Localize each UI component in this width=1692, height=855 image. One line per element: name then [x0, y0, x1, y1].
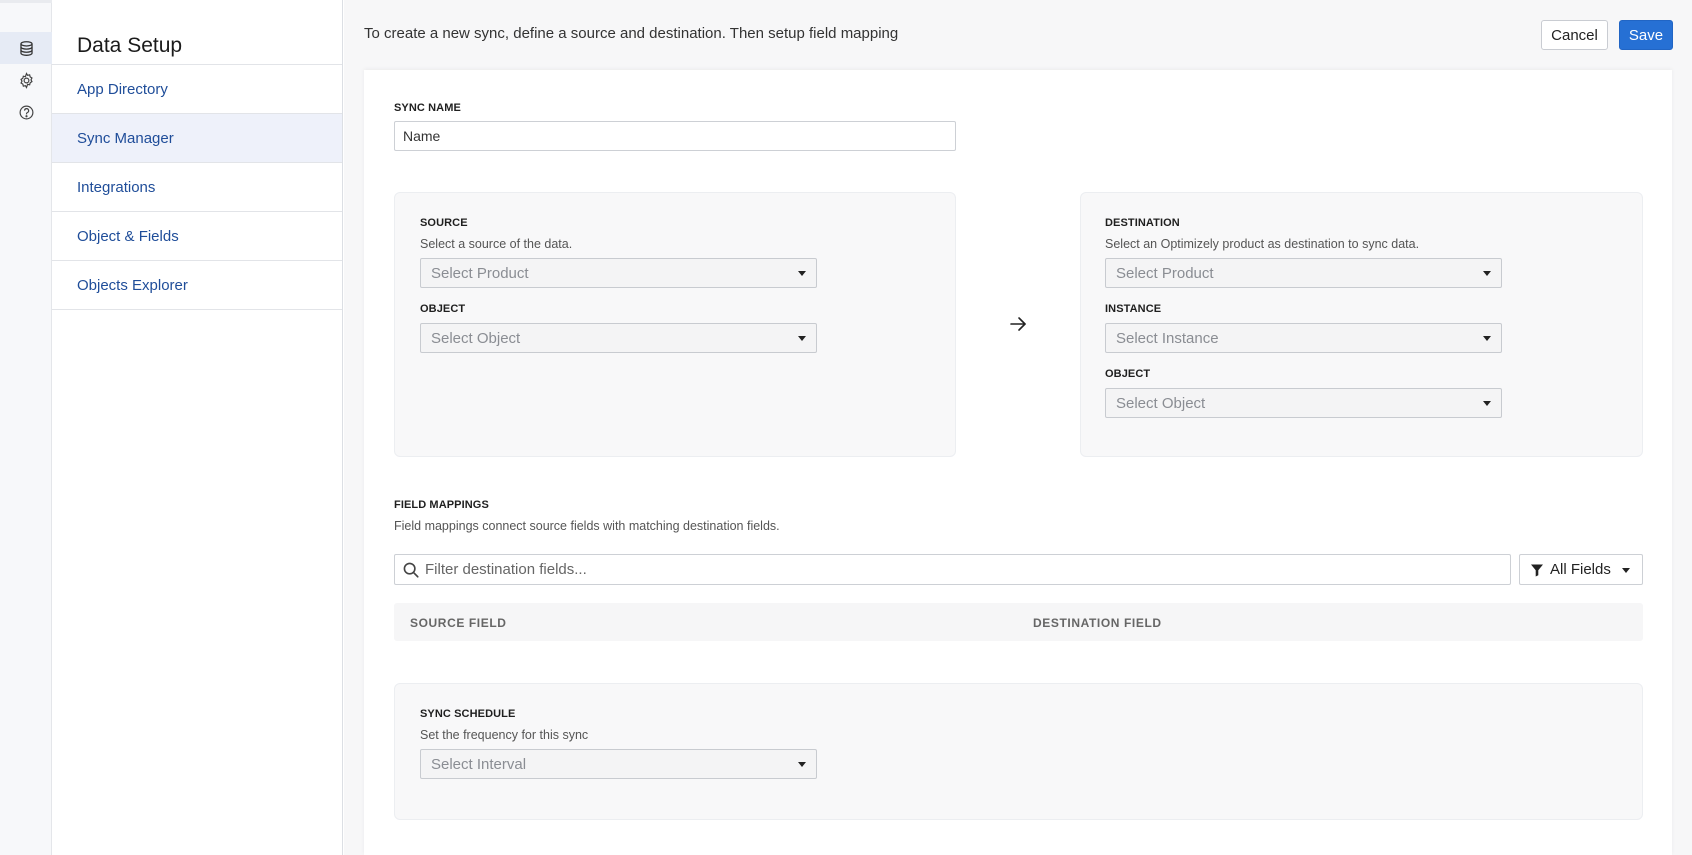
destination-panel: DESTINATION Select an Optimizely product…: [1080, 192, 1643, 457]
filter-placeholder: Filter destination fields...: [425, 561, 587, 578]
rail-data-button[interactable]: [0, 32, 52, 64]
arrow-right-icon: [1010, 317, 1026, 331]
save-button[interactable]: Save: [1619, 20, 1673, 50]
destination-object-placeholder: Select Object: [1116, 394, 1206, 412]
source-object-placeholder: Select Object: [431, 329, 521, 347]
rail-help-button[interactable]: [0, 96, 52, 128]
filter-destination-fields-input[interactable]: Filter destination fields...: [394, 554, 1511, 585]
caret-down-icon: [1483, 401, 1491, 406]
search-icon: [403, 562, 419, 578]
all-fields-dropdown[interactable]: All Fields: [1519, 554, 1643, 585]
nav-title: Data Setup: [77, 34, 183, 57]
source-label: SOURCE: [420, 217, 468, 229]
interval-placeholder: Select Interval: [431, 755, 527, 773]
source-product-select[interactable]: Select Product: [420, 258, 817, 288]
help-circle-icon: [19, 105, 33, 119]
cancel-button[interactable]: Cancel: [1541, 20, 1608, 50]
nav-list: App Directory Sync Manager Integrations …: [52, 64, 342, 310]
data-setup-nav: Data Setup App Directory Sync Manager In…: [52, 0, 343, 855]
rail-settings-button[interactable]: [0, 64, 52, 96]
database-icon: [19, 40, 33, 56]
rail-top-bar: [0, 0, 52, 3]
caret-down-icon: [1622, 568, 1630, 573]
caret-down-icon: [798, 271, 806, 276]
icon-rail: [0, 0, 52, 855]
field-mappings-description: Field mappings connect source fields wit…: [394, 519, 780, 533]
destination-instance-select[interactable]: Select Instance: [1105, 323, 1502, 353]
source-panel: SOURCE Select a source of the data. Sele…: [394, 192, 956, 457]
source-object-label: OBJECT: [420, 303, 466, 315]
sync-name-label: SYNC NAME: [394, 102, 461, 114]
caret-down-icon: [798, 336, 806, 341]
source-object-select[interactable]: Select Object: [420, 323, 817, 353]
nav-item-sync-manager[interactable]: Sync Manager: [52, 114, 342, 163]
column-source-field: SOURCE FIELD: [410, 616, 507, 630]
nav-item-objects-explorer[interactable]: Objects Explorer: [52, 261, 342, 310]
source-description: Select a source of the data.: [420, 237, 573, 251]
field-mappings-label: FIELD MAPPINGS: [394, 499, 489, 511]
destination-object-select[interactable]: Select Object: [1105, 388, 1502, 418]
sync-name-input[interactable]: Name: [394, 121, 956, 151]
caret-down-icon: [798, 762, 806, 767]
sync-form-card: SYNC NAME Name SOURCE Select a source of…: [364, 70, 1672, 855]
column-destination-field: DESTINATION FIELD: [1033, 616, 1162, 630]
filter-funnel-icon: [1531, 564, 1543, 577]
page-instructions: To create a new sync, define a source an…: [364, 25, 899, 42]
source-product-placeholder: Select Product: [431, 264, 529, 282]
destination-object-label: OBJECT: [1105, 368, 1151, 380]
caret-down-icon: [1483, 271, 1491, 276]
sync-interval-select[interactable]: Select Interval: [420, 749, 817, 779]
destination-product-placeholder: Select Product: [1116, 264, 1214, 282]
destination-instance-placeholder: Select Instance: [1116, 329, 1219, 347]
destination-instance-label: INSTANCE: [1105, 303, 1162, 315]
gear-icon: [19, 71, 33, 89]
sync-schedule-label: SYNC SCHEDULE: [420, 708, 516, 720]
destination-description: Select an Optimizely product as destinat…: [1105, 237, 1420, 251]
all-fields-label: All Fields: [1550, 561, 1611, 578]
destination-product-select[interactable]: Select Product: [1105, 258, 1502, 288]
destination-label: DESTINATION: [1105, 217, 1180, 229]
caret-down-icon: [1483, 336, 1491, 341]
nav-item-object-fields[interactable]: Object & Fields: [52, 212, 342, 261]
sync-schedule-panel: SYNC SCHEDULE Set the frequency for this…: [394, 683, 1643, 820]
nav-item-app-directory[interactable]: App Directory: [52, 65, 342, 114]
main-content: To create a new sync, define a source an…: [344, 0, 1692, 855]
sync-schedule-description: Set the frequency for this sync: [420, 728, 589, 742]
nav-item-integrations[interactable]: Integrations: [52, 163, 342, 212]
field-mapping-table-header: SOURCE FIELD DESTINATION FIELD: [394, 603, 1643, 641]
